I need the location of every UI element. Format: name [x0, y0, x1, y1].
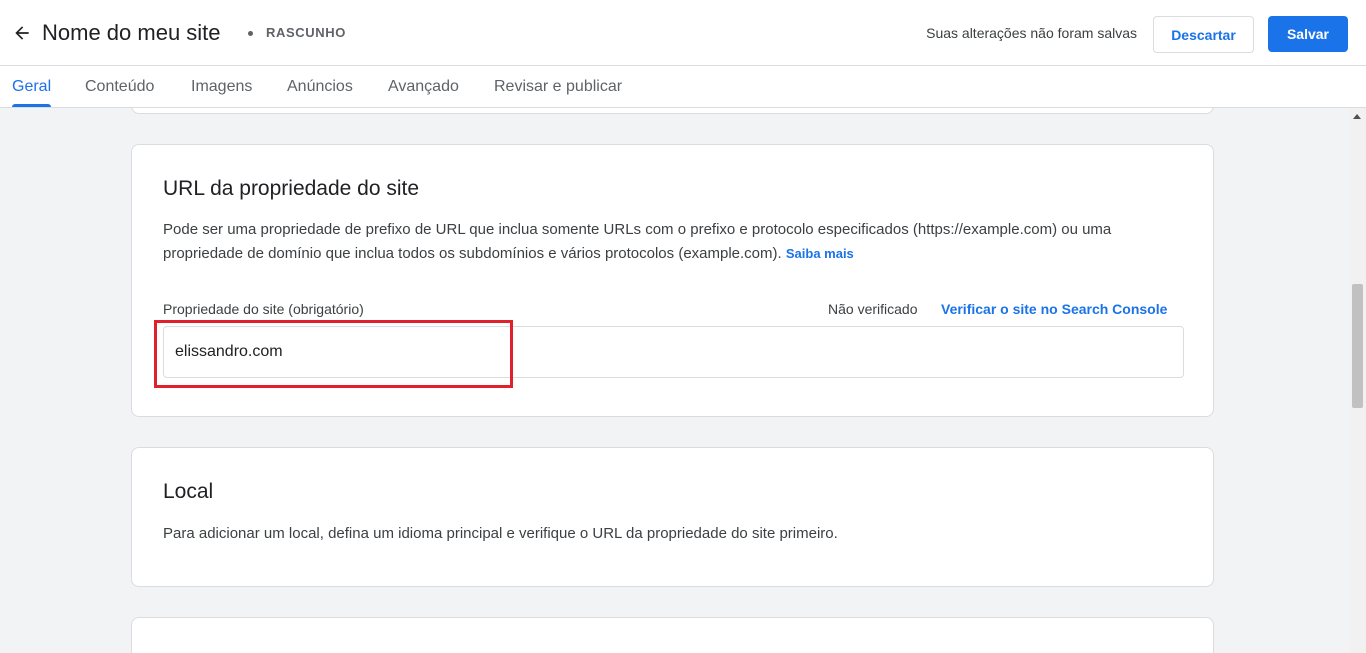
main-content: URL da propriedade do site Pode ser uma …	[0, 108, 1350, 653]
status-badge: RASCUNHO	[266, 25, 346, 40]
local-description: Para adicionar um local, defina um idiom…	[163, 525, 838, 542]
site-property-card: URL da propriedade do site Pode ser uma …	[131, 144, 1214, 417]
verify-search-console-link[interactable]: Verificar o site no Search Console	[941, 301, 1167, 317]
tab-anuncios[interactable]: Anúncios	[287, 66, 353, 107]
scrollbar-thumb[interactable]	[1352, 284, 1363, 408]
back-button[interactable]	[8, 19, 36, 47]
verification-status: Não verificado	[828, 301, 918, 317]
top-bar: Nome do meu site RASCUNHO Suas alteraçõe…	[0, 0, 1366, 66]
save-button[interactable]: Salvar	[1268, 16, 1348, 52]
scrollbar[interactable]	[1350, 108, 1366, 653]
local-card: Local Para adicionar um local, defina um…	[131, 447, 1214, 587]
next-card	[131, 617, 1214, 653]
scroll-up-icon[interactable]	[1353, 114, 1361, 119]
arrow-back-icon	[15, 26, 29, 40]
discard-button[interactable]: Descartar	[1153, 16, 1254, 53]
description-text: Pode ser uma propriedade de prefixo de U…	[163, 221, 1112, 262]
tab-imagens[interactable]: Imagens	[191, 66, 252, 107]
tab-avancado[interactable]: Avançado	[388, 66, 459, 107]
tab-conteudo[interactable]: Conteúdo	[85, 66, 154, 107]
unsaved-message: Suas alterações não foram salvas	[926, 25, 1137, 41]
learn-more-link[interactable]: Saiba mais	[786, 246, 854, 261]
site-property-field-label: Propriedade do site (obrigatório)	[163, 301, 364, 317]
status-dot	[248, 31, 253, 36]
previous-card	[131, 108, 1214, 114]
site-property-input[interactable]	[163, 326, 1184, 378]
site-property-title: URL da propriedade do site	[163, 177, 420, 200]
tab-revisar-publicar[interactable]: Revisar e publicar	[494, 66, 622, 107]
tab-geral[interactable]: Geral	[12, 66, 52, 107]
site-property-description: Pode ser uma propriedade de prefixo de U…	[163, 218, 1193, 266]
tab-bar: Geral Conteúdo Imagens Anúncios Avançado…	[0, 66, 1366, 108]
local-title: Local	[163, 480, 214, 503]
page-title: Nome do meu site	[42, 20, 221, 45]
